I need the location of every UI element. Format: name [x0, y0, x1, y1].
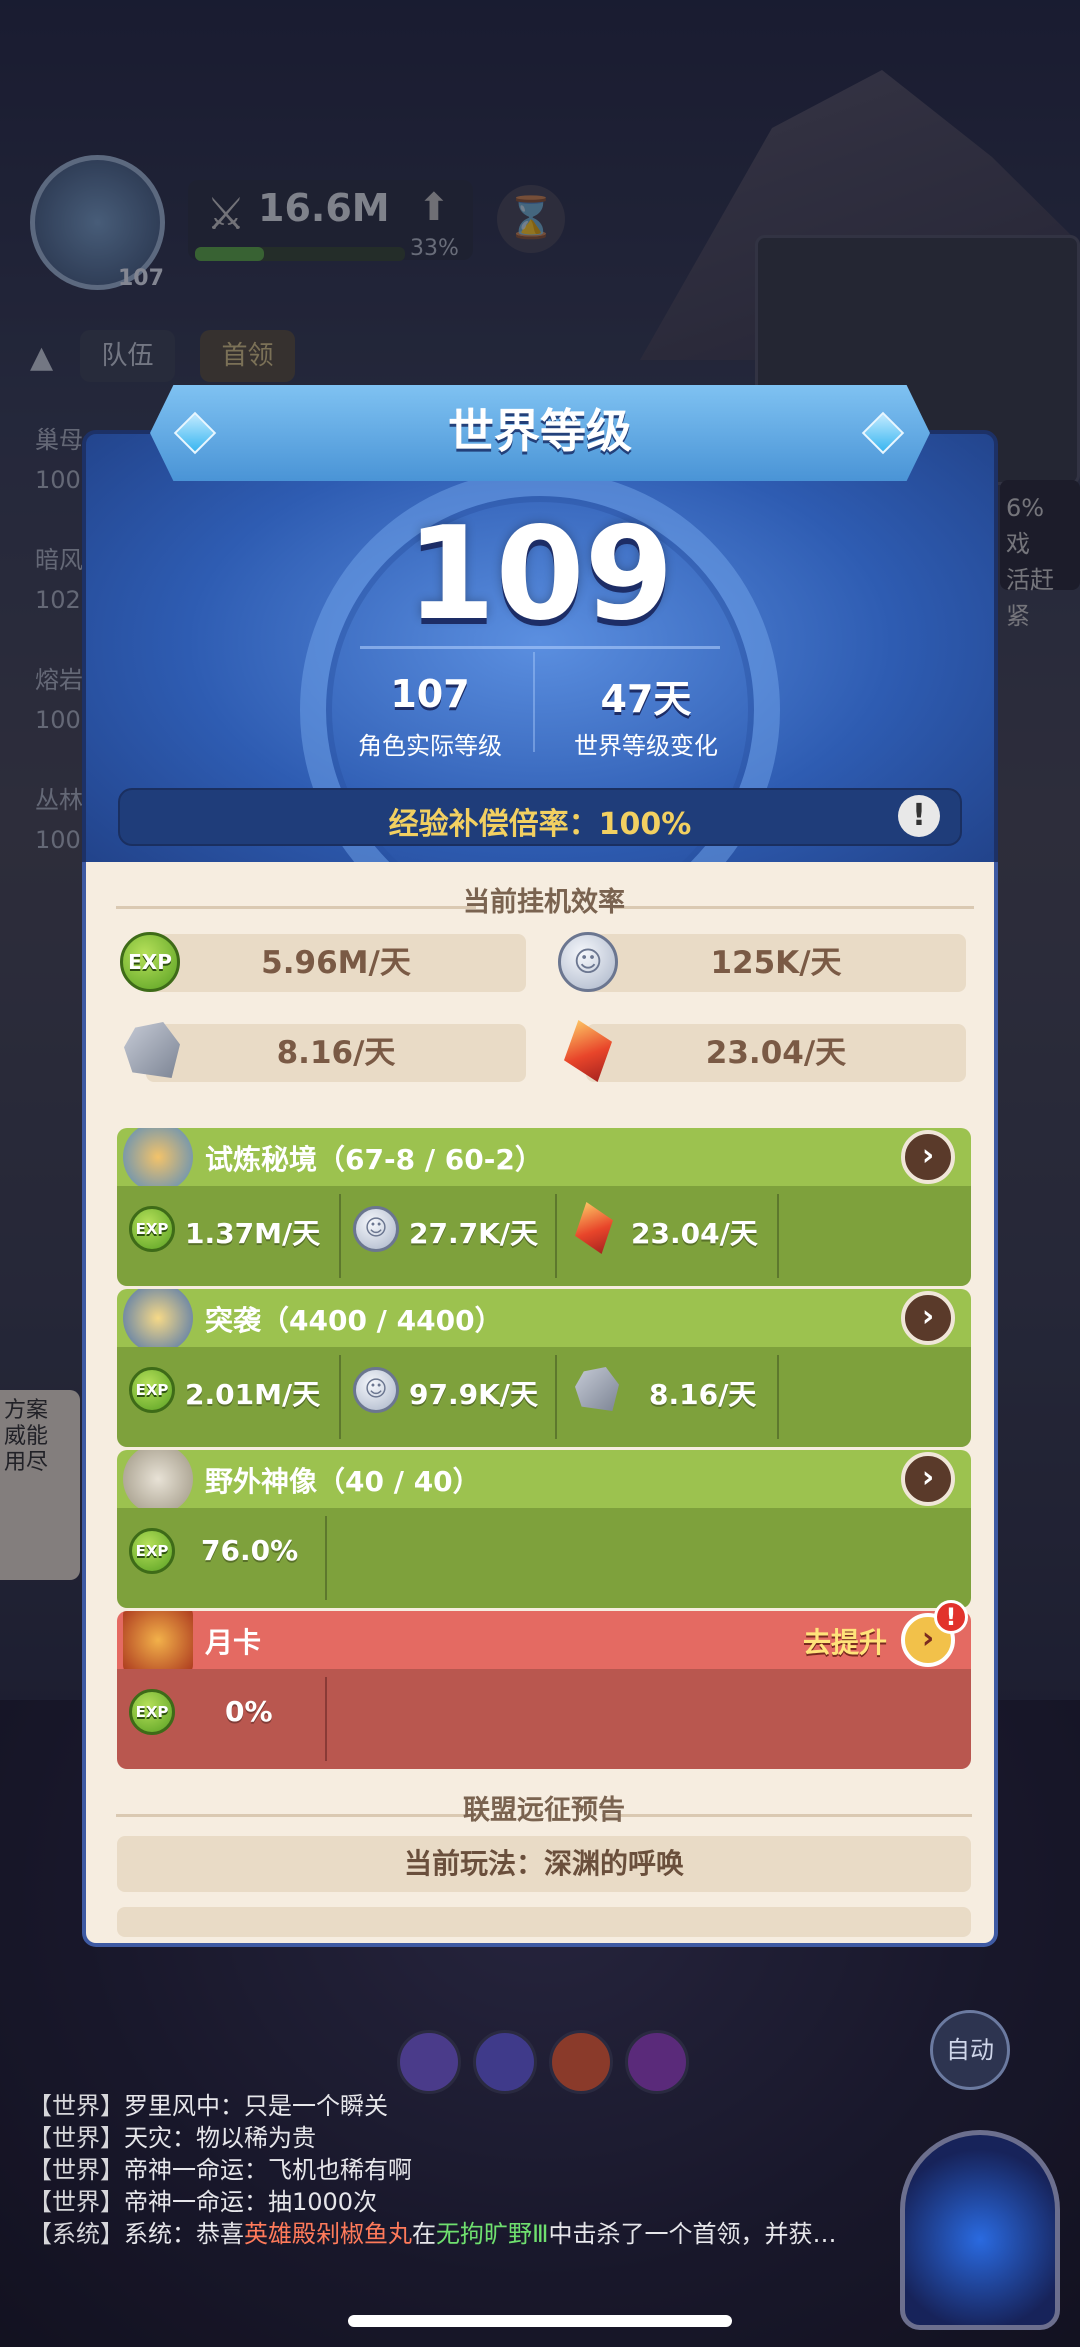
chat-line: 【世界】帝神一命运：抽1000次 [28, 2186, 928, 2218]
efficiency-panel: 当前挂机效率 5.96M/天 EXP 125K/天 ☺ 8.16/天 23.04… [82, 862, 998, 1947]
auto-battle-button[interactable]: 自动 [930, 2010, 1010, 2090]
skill-icon[interactable] [625, 2030, 689, 2094]
current-mode-pill: 当前玩法：深渊的呼唤 [117, 1836, 971, 1892]
efficiency-title: 当前挂机效率 [463, 887, 625, 918]
card-cell-value: 1.37M/天 [185, 1217, 321, 1250]
chat-line: 【世界】帝神一命运：飞机也稀有啊 [28, 2154, 928, 2186]
alliance-title: 联盟远征预告 [463, 1795, 625, 1826]
coin-icon: ☺ [353, 1367, 399, 1413]
coin-icon: ☺ [353, 1206, 399, 1252]
exp-icon: EXP [129, 1206, 175, 1252]
chat-channel-tag: 【世界】 [28, 2124, 124, 2152]
chat-message: 中击杀了一个首领，并获… [548, 2220, 837, 2248]
actual-level-value: 107 [390, 672, 470, 716]
card-title: 突袭（4400 / 4400） [205, 1304, 503, 1337]
info-exclamation-icon[interactable]: ! [898, 795, 940, 837]
card-cell-value: 27.7K/天 [409, 1217, 539, 1250]
cell-divider [325, 1677, 327, 1761]
cell-divider [339, 1194, 341, 1278]
skill-icon[interactable] [473, 2030, 537, 2094]
coin-rate-pill: 125K/天 [586, 934, 966, 992]
cell-divider [555, 1194, 557, 1278]
skill-icon[interactable] [549, 2030, 613, 2094]
card-cell-value: 76.0% [201, 1534, 299, 1567]
card-title: 试炼秘境（67-8 / 60-2） [205, 1143, 543, 1176]
level-change-label: 世界等级变化 [574, 732, 718, 760]
next-info-pill [117, 1907, 971, 1937]
cell-divider [325, 1516, 327, 1600]
stone-icon [575, 1367, 619, 1411]
chat-channel-tag: 【系统】 [28, 2220, 124, 2248]
home-indicator[interactable] [348, 2315, 732, 2327]
crystal-icon [575, 1202, 613, 1254]
chat-message: 天灾：物以稀为贵 [124, 2124, 316, 2152]
exp-icon: EXP [129, 1689, 175, 1735]
dialog-title: 世界等级 [448, 404, 632, 458]
exp-icon: EXP [120, 932, 180, 992]
card-cell-value: 97.9K/天 [409, 1378, 539, 1411]
chat-player-name[interactable]: 英雄殿剁椒鱼丸 [244, 2220, 412, 2248]
chat-channel-tag: 【世界】 [28, 2156, 124, 2184]
chevron-right-icon[interactable]: › [901, 1452, 955, 1506]
alert-badge-icon: ! [934, 1600, 968, 1634]
chat-line: 【世界】天灾：物以稀为贵 [28, 2122, 928, 2154]
chat-location[interactable]: 无拘旷野Ⅲ [436, 2220, 549, 2248]
source-card-statue[interactable]: 野外神像（40 / 40） › EXP 76.0% [117, 1450, 971, 1608]
source-card-trial[interactable]: 试炼秘境（67-8 / 60-2） › EXP 1.37M/天 ☺ 27.7K/… [117, 1128, 971, 1286]
skill-icon[interactable] [397, 2030, 461, 2094]
chat-channel-tag: 【世界】 [28, 2188, 124, 2216]
exp-icon: EXP [129, 1367, 175, 1413]
chevron-right-icon[interactable]: › [901, 1130, 955, 1184]
raid-shield-icon [123, 1289, 193, 1353]
chat-line: 【世界】罗里风中：只是一个瞬关 [28, 2090, 928, 2122]
card-cell-value: 0% [225, 1695, 273, 1728]
exp-rate-pill: 5.96M/天 [146, 934, 526, 992]
chat-message: 系统：恭喜 [124, 2220, 244, 2248]
exp-rate-text: 经验补偿倍率：100% [388, 807, 692, 842]
card-cell-value: 23.04/天 [631, 1217, 758, 1250]
card-title: 月卡 [205, 1626, 262, 1659]
stone-rate-pill: 8.16/天 [146, 1024, 526, 1082]
cell-divider [777, 1194, 779, 1278]
source-card-monthly[interactable]: 月卡 去提升 › EXP 0% [117, 1611, 971, 1769]
exp-icon: EXP [129, 1528, 175, 1574]
chat-message: 帝神一命运：抽1000次 [124, 2188, 378, 2216]
crystal-rate-pill: 23.04/天 [586, 1024, 966, 1082]
statue-icon [123, 1450, 193, 1514]
chat-message: 帝神一命运：飞机也稀有啊 [124, 2156, 412, 2184]
actual-level-label: 角色实际等级 [358, 732, 502, 760]
card-cell-value: 8.16/天 [649, 1378, 757, 1411]
card-title: 野外神像（40 / 40） [205, 1465, 481, 1498]
source-card-raid[interactable]: 突袭（4400 / 4400） › EXP 2.01M/天 ☺ 97.9K/天 … [117, 1289, 971, 1447]
chat-line: 【系统】系统：恭喜英雄殿剁椒鱼丸在无拘旷野Ⅲ中击杀了一个首领，并获… [28, 2218, 928, 2250]
chat-message: 在 [412, 2220, 436, 2248]
card-cell-value: 2.01M/天 [185, 1378, 321, 1411]
chat-channel-tag: 【世界】 [28, 2092, 124, 2120]
trial-realm-icon [123, 1128, 193, 1192]
monthly-card-icon [123, 1611, 193, 1675]
cell-divider [339, 1355, 341, 1439]
chat-message: 罗里风中：只是一个瞬关 [124, 2092, 388, 2120]
chevron-right-icon[interactable]: › [901, 1291, 955, 1345]
level-divider [360, 646, 720, 649]
world-level-value: 109 [406, 500, 674, 649]
upgrade-link[interactable]: 去提升 [803, 1621, 887, 1661]
chat-log[interactable]: 【世界】罗里风中：只是一个瞬关 【世界】天灾：物以稀为贵 【世界】帝神一命运：飞… [28, 2090, 928, 2250]
level-change-value: 47天 [600, 677, 692, 721]
coin-icon: ☺ [558, 932, 618, 992]
cell-divider [777, 1355, 779, 1439]
cell-divider [555, 1355, 557, 1439]
